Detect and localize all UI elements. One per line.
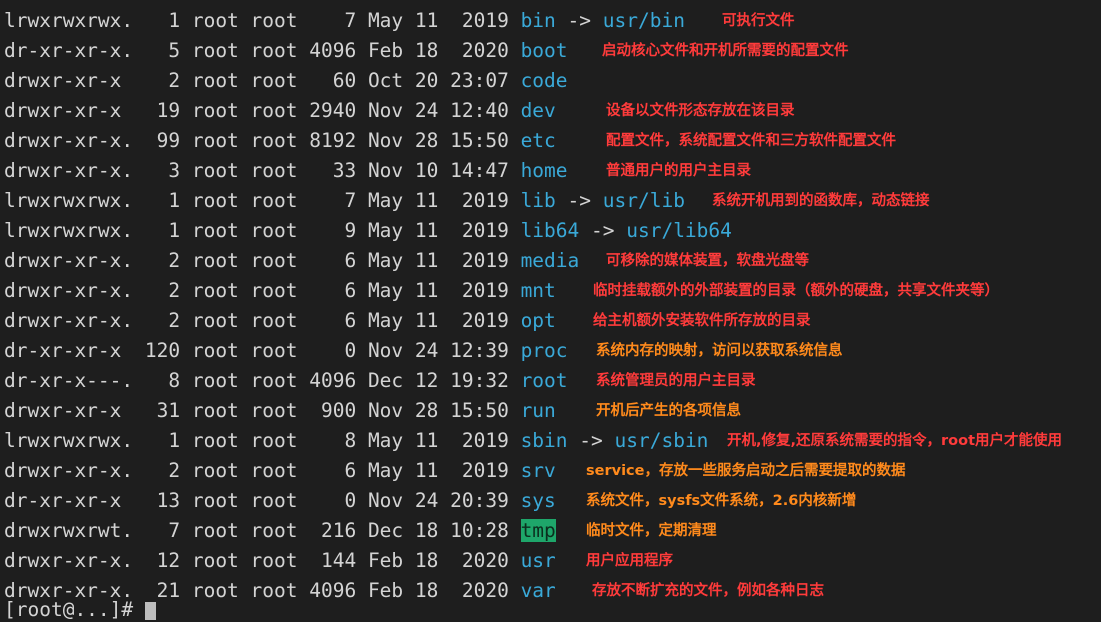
symlink-arrow: -> (555, 189, 603, 212)
listing-row: drwxr-xr-x. 99 root root 8192 Nov 28 15:… (4, 126, 556, 156)
entry-name: code (520, 69, 568, 92)
row-meta: lrwxrwxrwx. 1 root root 9 May 11 2019 (4, 219, 521, 242)
listing-row: dr-xr-x---. 8 root root 4096 Dec 12 19:3… (4, 366, 568, 396)
entry-name: boot (520, 39, 568, 62)
annotation-note: 临时文件，定期清理 (586, 523, 717, 539)
annotation-note: service，存放一些服务启动之后需要提取的数据 (586, 463, 906, 479)
symlink-target: usr/lib (602, 189, 685, 212)
entry-name: dev (520, 99, 556, 122)
entry-name: tmp (520, 519, 556, 542)
text-cursor (144, 601, 156, 620)
entry-name: bin (520, 9, 556, 32)
listing-row: drwxrwxrwt. 7 root root 216 Dec 18 10:28… (4, 516, 556, 546)
listing-row: drwxr-xr-x 2 root root 60 Oct 20 23:07 c… (4, 66, 568, 96)
annotation-note: 可移除的媒体装置，软盘光盘等 (606, 253, 809, 269)
annotation-note: 系统内存的映射，访问以获取系统信息 (596, 343, 843, 359)
row-meta: drwxrwxrwt. 7 root root 216 Dec 18 10:28 (4, 519, 521, 542)
entry-name: home (520, 159, 568, 182)
listing-row: drwxr-xr-x. 2 root root 6 May 11 2019 mn… (4, 276, 556, 306)
entry-name: opt (520, 309, 556, 332)
annotation-note: 系统开机用到的函数库，动态链接 (712, 193, 930, 209)
row-meta: dr-xr-x---. 8 root root 4096 Dec 12 19:3… (4, 369, 521, 392)
listing-row: drwxr-xr-x. 12 root root 144 Feb 18 2020… (4, 546, 556, 576)
annotation-note: 用户应用程序 (586, 553, 673, 569)
symlink-target: usr/lib64 (626, 219, 732, 242)
listing-row: dr-xr-xr-x 120 root root 0 Nov 24 12:39 … (4, 336, 568, 366)
row-meta: lrwxrwxrwx. 1 root root 8 May 11 2019 (4, 429, 521, 452)
row-meta: drwxr-xr-x 2 root root 60 Oct 20 23:07 (4, 69, 521, 92)
listing-row: dr-xr-xr-x. 5 root root 4096 Feb 18 2020… (4, 36, 568, 66)
row-meta: lrwxrwxrwx. 1 root root 7 May 11 2019 (4, 189, 521, 212)
entry-name: media (520, 249, 580, 272)
terminal-window[interactable]: lrwxrwxrwx. 1 root root 7 May 11 2019 bi… (0, 0, 1101, 621)
listing-row: drwxr-xr-x. 2 root root 6 May 11 2019 me… (4, 246, 579, 276)
entry-name: root (520, 369, 568, 392)
annotation-note: 设备以文件形态存放在该目录 (606, 103, 795, 119)
listing-row: lrwxrwxrwx. 1 root root 7 May 11 2019 bi… (4, 6, 685, 36)
entry-name: lib (520, 189, 556, 212)
listing-row: lrwxrwxrwx. 1 root root 7 May 11 2019 li… (4, 186, 685, 216)
listing-row: dr-xr-xr-x 13 root root 0 Nov 24 20:39 s… (4, 486, 556, 516)
row-meta: drwxr-xr-x. 12 root root 144 Feb 18 2020 (4, 549, 521, 572)
row-meta: drwxr-xr-x. 2 root root 6 May 11 2019 (4, 309, 521, 332)
symlink-arrow: -> (579, 219, 627, 242)
row-meta: dr-xr-xr-x 120 root root 0 Nov 24 12:39 (4, 339, 521, 362)
row-meta: drwxr-xr-x. 2 root root 6 May 11 2019 (4, 459, 521, 482)
annotation-note: 启动核心文件和开机所需要的配置文件 (602, 43, 849, 59)
symlink-target: usr/sbin (614, 429, 709, 452)
annotation-note: 给主机额外安装软件所存放的目录 (593, 313, 811, 329)
annotation-note: 开机,修复,还原系统需要的指令，root用户才能使用 (727, 433, 1063, 449)
entry-name: sys (520, 489, 556, 512)
row-meta: drwxr-xr-x 19 root root 2940 Nov 24 12:4… (4, 99, 521, 122)
listing-row: drwxr-xr-x 31 root root 900 Nov 28 15:50… (4, 396, 556, 426)
entry-name: mnt (520, 279, 556, 302)
entry-name: proc (520, 339, 568, 362)
entry-name: sbin (520, 429, 568, 452)
annotation-note: 存放不断扩充的文件，例如各种日志 (592, 583, 824, 599)
symlink-arrow: -> (567, 429, 615, 452)
row-meta: dr-xr-xr-x 13 root root 0 Nov 24 20:39 (4, 489, 521, 512)
annotation-note: 开机后产生的各项信息 (596, 403, 741, 419)
row-meta: drwxr-xr-x. 2 root root 6 May 11 2019 (4, 249, 521, 272)
row-meta: drwxr-xr-x 31 root root 900 Nov 28 15:50 (4, 399, 521, 422)
annotation-note: 配置文件，系统配置文件和三方软件配置文件 (606, 133, 896, 149)
entry-name: srv (520, 459, 556, 482)
row-meta: drwxr-xr-x. 2 root root 6 May 11 2019 (4, 279, 521, 302)
row-meta: drwxr-xr-x. 99 root root 8192 Nov 28 15:… (4, 129, 521, 152)
entry-name: etc (520, 129, 556, 152)
listing-row: lrwxrwxrwx. 1 root root 9 May 11 2019 li… (4, 216, 732, 246)
annotation-note: 可执行文件 (722, 13, 795, 29)
entry-name: lib64 (520, 219, 580, 242)
annotation-note: 普通用户的用户主目录 (606, 163, 751, 179)
entry-name: run (520, 399, 556, 422)
annotation-note: 临时挂载额外的外部装置的目录（额外的硬盘，共享文件夹等） (593, 283, 999, 299)
listing-row: drwxr-xr-x. 2 root root 6 May 11 2019 sr… (4, 456, 556, 486)
listing-row: lrwxrwxrwx. 1 root root 8 May 11 2019 sb… (4, 426, 708, 456)
row-meta: lrwxrwxrwx. 1 root root 7 May 11 2019 (4, 9, 521, 32)
listing-row: drwxr-xr-x. 2 root root 6 May 11 2019 op… (4, 306, 556, 336)
annotation-note: 系统文件，sysfs文件系统，2.6内核新增 (586, 493, 857, 509)
row-meta: dr-xr-xr-x. 5 root root 4096 Feb 18 2020 (4, 39, 521, 62)
row-meta: drwxr-xr-x. 3 root root 33 Nov 10 14:47 (4, 159, 521, 182)
listing-row: drwxr-xr-x 19 root root 2940 Nov 24 12:4… (4, 96, 556, 126)
command-prompt[interactable]: [root@...]# (4, 598, 156, 622)
annotation-note: 系统管理员的用户主目录 (596, 373, 756, 389)
listing-row: drwxr-xr-x. 3 root root 33 Nov 10 14:47 … (4, 156, 568, 186)
entry-name: usr (520, 549, 556, 572)
entry-name: var (520, 579, 556, 602)
symlink-target: usr/bin (602, 9, 685, 32)
symlink-arrow: -> (555, 9, 603, 32)
